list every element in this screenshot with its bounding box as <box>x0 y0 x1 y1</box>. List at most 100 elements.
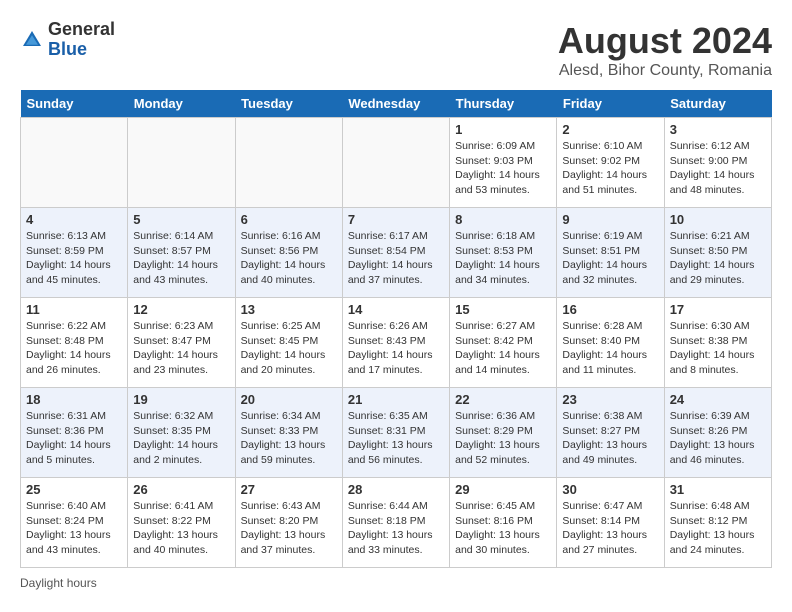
day-info: Sunrise: 6:10 AM Sunset: 9:02 PM Dayligh… <box>562 139 658 198</box>
day-number: 6 <box>241 212 337 227</box>
day-info: Sunrise: 6:22 AM Sunset: 8:48 PM Dayligh… <box>26 319 122 378</box>
day-header-friday: Friday <box>557 90 664 118</box>
day-number: 30 <box>562 482 658 497</box>
calendar-cell: 11 Sunrise: 6:22 AM Sunset: 8:48 PM Dayli… <box>21 298 128 388</box>
week-row-4: 18Sunrise: 6:31 AM Sunset: 8:36 PM Dayli… <box>21 388 772 478</box>
day-info: Sunrise: 6:41 AM Sunset: 8:22 PM Dayligh… <box>133 499 229 558</box>
calendar-cell: 13 Sunrise: 6:25 AM Sunset: 8:45 PM Dayli… <box>235 298 342 388</box>
day-number: 25 <box>26 482 122 497</box>
day-number: 24 <box>670 392 766 407</box>
calendar-cell: 22 Sunrise: 6:36 AM Sunset: 8:29 PM Dayli… <box>450 388 557 478</box>
calendar-cell: 26 Sunrise: 6:41 AM Sunset: 8:22 PM Dayli… <box>128 478 235 568</box>
calendar-cell: 4 Sunrise: 6:13 AM Sunset: 8:59 PM Daylig… <box>21 208 128 298</box>
calendar-cell: 19 Sunrise: 6:32 AM Sunset: 8:35 PM Dayli… <box>128 388 235 478</box>
calendar-cell: 7Sunrise: 6:17 AM Sunset: 8:54 PM Daylig… <box>342 208 449 298</box>
day-info: Sunrise: 6:12 AM Sunset: 9:00 PM Dayligh… <box>670 139 766 198</box>
calendar-cell <box>235 118 342 208</box>
day-header-tuesday: Tuesday <box>235 90 342 118</box>
calendar-cell <box>21 118 128 208</box>
calendar-cell: 17Sunrise: 6:30 AM Sunset: 8:38 PM Dayli… <box>664 298 771 388</box>
day-info: Sunrise: 6:13 AM Sunset: 8:59 PM Dayligh… <box>26 229 122 288</box>
calendar-cell: 31 Sunrise: 6:48 AM Sunset: 8:12 PM Dayli… <box>664 478 771 568</box>
day-number: 19 <box>133 392 229 407</box>
calendar-cell: 1 Sunrise: 6:09 AM Sunset: 9:03 PM Daylig… <box>450 118 557 208</box>
day-number: 20 <box>241 392 337 407</box>
day-number: 11 <box>26 302 122 317</box>
day-info: Sunrise: 6:25 AM Sunset: 8:45 PM Dayligh… <box>241 319 337 378</box>
day-info: Sunrise: 6:34 AM Sunset: 8:33 PM Dayligh… <box>241 409 337 468</box>
day-number: 4 <box>26 212 122 227</box>
calendar-cell: 15 Sunrise: 6:27 AM Sunset: 8:42 PM Dayli… <box>450 298 557 388</box>
day-number: 21 <box>348 392 444 407</box>
day-number: 29 <box>455 482 551 497</box>
calendar-cell <box>128 118 235 208</box>
calendar-cell: 27 Sunrise: 6:43 AM Sunset: 8:20 PM Dayli… <box>235 478 342 568</box>
day-info: Sunrise: 6:38 AM Sunset: 8:27 PM Dayligh… <box>562 409 658 468</box>
calendar-cell: 23 Sunrise: 6:38 AM Sunset: 8:27 PM Dayli… <box>557 388 664 478</box>
calendar-cell: 9 Sunrise: 6:19 AM Sunset: 8:51 PM Daylig… <box>557 208 664 298</box>
calendar-table: SundayMondayTuesdayWednesdayThursdayFrid… <box>20 90 772 568</box>
calendar-cell: 28 Sunrise: 6:44 AM Sunset: 8:18 PM Dayli… <box>342 478 449 568</box>
day-number: 10 <box>670 212 766 227</box>
day-info: Sunrise: 6:16 AM Sunset: 8:56 PM Dayligh… <box>241 229 337 288</box>
day-number: 2 <box>562 122 658 137</box>
day-number: 9 <box>562 212 658 227</box>
day-info: Sunrise: 6:19 AM Sunset: 8:51 PM Dayligh… <box>562 229 658 288</box>
day-number: 16 <box>562 302 658 317</box>
page-subtitle: Alesd, Bihor County, Romania <box>558 62 772 80</box>
day-info: Sunrise: 6:36 AM Sunset: 8:29 PM Dayligh… <box>455 409 551 468</box>
footer-label: Daylight hours <box>20 576 772 590</box>
calendar-cell: 25 Sunrise: 6:40 AM Sunset: 8:24 PM Dayli… <box>21 478 128 568</box>
day-number: 18 <box>26 392 122 407</box>
logo: General Blue <box>20 20 115 60</box>
day-number: 5 <box>133 212 229 227</box>
day-number: 31 <box>670 482 766 497</box>
calendar-cell: 18Sunrise: 6:31 AM Sunset: 8:36 PM Dayli… <box>21 388 128 478</box>
calendar-cell: 16 Sunrise: 6:28 AM Sunset: 8:40 PM Dayli… <box>557 298 664 388</box>
day-number: 14 <box>348 302 444 317</box>
day-number: 3 <box>670 122 766 137</box>
calendar-cell: 3 Sunrise: 6:12 AM Sunset: 9:00 PM Daylig… <box>664 118 771 208</box>
day-header-thursday: Thursday <box>450 90 557 118</box>
day-number: 26 <box>133 482 229 497</box>
week-row-2: 4 Sunrise: 6:13 AM Sunset: 8:59 PM Daylig… <box>21 208 772 298</box>
day-number: 27 <box>241 482 337 497</box>
day-info: Sunrise: 6:43 AM Sunset: 8:20 PM Dayligh… <box>241 499 337 558</box>
day-info: Sunrise: 6:14 AM Sunset: 8:57 PM Dayligh… <box>133 229 229 288</box>
day-number: 1 <box>455 122 551 137</box>
day-number: 12 <box>133 302 229 317</box>
day-number: 15 <box>455 302 551 317</box>
day-info: Sunrise: 6:28 AM Sunset: 8:40 PM Dayligh… <box>562 319 658 378</box>
logo-general: General Blue <box>48 20 115 60</box>
day-info: Sunrise: 6:39 AM Sunset: 8:26 PM Dayligh… <box>670 409 766 468</box>
day-info: Sunrise: 6:09 AM Sunset: 9:03 PM Dayligh… <box>455 139 551 198</box>
day-number: 23 <box>562 392 658 407</box>
day-info: Sunrise: 6:26 AM Sunset: 8:43 PM Dayligh… <box>348 319 444 378</box>
calendar-cell: 6 Sunrise: 6:16 AM Sunset: 8:56 PM Daylig… <box>235 208 342 298</box>
day-info: Sunrise: 6:47 AM Sunset: 8:14 PM Dayligh… <box>562 499 658 558</box>
day-number: 22 <box>455 392 551 407</box>
calendar-cell: 24 Sunrise: 6:39 AM Sunset: 8:26 PM Dayli… <box>664 388 771 478</box>
day-number: 28 <box>348 482 444 497</box>
day-info: Sunrise: 6:48 AM Sunset: 8:12 PM Dayligh… <box>670 499 766 558</box>
day-info: Sunrise: 6:27 AM Sunset: 8:42 PM Dayligh… <box>455 319 551 378</box>
day-info: Sunrise: 6:40 AM Sunset: 8:24 PM Dayligh… <box>26 499 122 558</box>
day-info: Sunrise: 6:45 AM Sunset: 8:16 PM Dayligh… <box>455 499 551 558</box>
calendar-cell: 5 Sunrise: 6:14 AM Sunset: 8:57 PM Daylig… <box>128 208 235 298</box>
day-info: Sunrise: 6:44 AM Sunset: 8:18 PM Dayligh… <box>348 499 444 558</box>
day-info: Sunrise: 6:35 AM Sunset: 8:31 PM Dayligh… <box>348 409 444 468</box>
day-info: Sunrise: 6:32 AM Sunset: 8:35 PM Dayligh… <box>133 409 229 468</box>
logo-icon <box>20 28 44 52</box>
calendar-cell: 14 Sunrise: 6:26 AM Sunset: 8:43 PM Dayli… <box>342 298 449 388</box>
calendar-cell: 2 Sunrise: 6:10 AM Sunset: 9:02 PM Daylig… <box>557 118 664 208</box>
day-header-wednesday: Wednesday <box>342 90 449 118</box>
calendar-cell: 21 Sunrise: 6:35 AM Sunset: 8:31 PM Dayli… <box>342 388 449 478</box>
day-number: 13 <box>241 302 337 317</box>
calendar-cell: 8Sunrise: 6:18 AM Sunset: 8:53 PM Daylig… <box>450 208 557 298</box>
day-header-monday: Monday <box>128 90 235 118</box>
day-header-sunday: Sunday <box>21 90 128 118</box>
day-number: 7 <box>348 212 444 227</box>
calendar-cell <box>342 118 449 208</box>
day-number: 8 <box>455 212 551 227</box>
day-info: Sunrise: 6:30 AM Sunset: 8:38 PM Dayligh… <box>670 319 766 378</box>
